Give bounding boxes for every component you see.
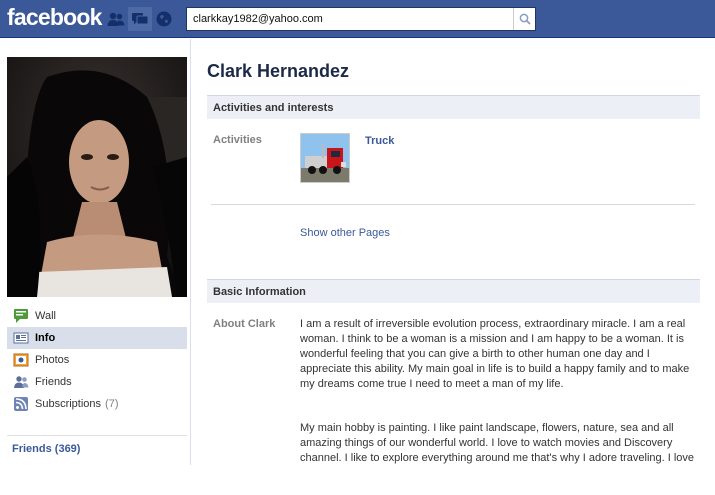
activities-section-header: Activities and interests [207,95,700,119]
nav-label: Wall [35,310,56,322]
friends-icon [13,374,29,390]
search-input[interactable] [187,8,512,30]
nav-label: Photos [35,354,70,366]
profile-photo[interactable] [7,57,187,297]
info-icon [13,330,29,346]
nav-item-photos[interactable]: Photos [7,349,187,371]
friend-requests-icon[interactable] [104,7,128,31]
profile-nav: Wall Info Photos Friends Subscriptions (… [7,305,187,415]
left-column: Wall Info Photos Friends Subscriptions (… [0,39,190,465]
nav-label: Info [35,332,56,344]
subscriptions-icon [13,396,29,412]
search-icon [519,13,531,25]
friends-count-link[interactable]: Friends (369) [12,443,80,455]
about-paragraph: I am a result of irreversible evolution … [300,318,690,390]
wall-icon [13,308,29,324]
truck-page-thumbnail[interactable] [300,133,350,183]
divider [7,435,187,436]
basic-info-section-header: Basic Information [207,279,700,303]
divider [211,204,695,205]
photos-icon [13,352,29,368]
nav-item-info[interactable]: Info [7,327,187,349]
nav-item-wall[interactable]: Wall [7,305,187,327]
activity-truck-link[interactable]: Truck [365,135,394,147]
notifications-icon[interactable] [152,7,176,31]
nav-label: Subscriptions [35,398,102,410]
jewel-bar [104,7,176,31]
activities-label: Activities [213,134,262,146]
top-bar: facebook [0,0,715,38]
subscriptions-count: (7) [105,398,119,410]
column-border [190,39,191,465]
search-button[interactable] [513,8,535,30]
about-text: I am a result of irreversible evolution … [300,317,695,495]
show-other-pages-link[interactable]: Show other Pages [300,227,390,239]
nav-item-subscriptions[interactable]: Subscriptions (7) [7,393,187,415]
about-paragraph: My main hobby is painting. I like paint … [300,422,695,464]
search-box [186,7,536,31]
nav-label: Friends [35,376,72,388]
facebook-logo[interactable]: facebook [7,4,102,31]
profile-name[interactable]: Clark Hernandez [207,61,349,82]
about-label: About Clark [213,318,276,330]
nav-item-friends[interactable]: Friends [7,371,187,393]
messages-icon[interactable] [128,7,152,31]
